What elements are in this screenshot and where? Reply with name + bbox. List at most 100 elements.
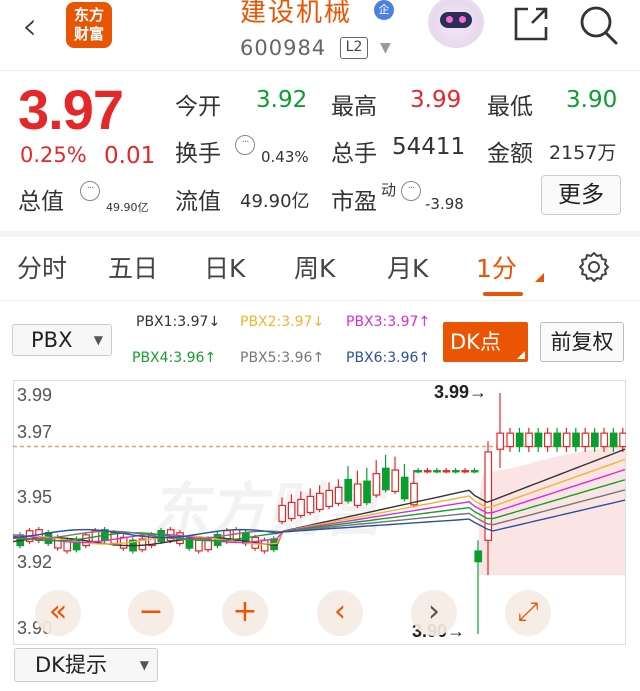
scroll-left-button[interactable]: ‹ (317, 590, 363, 636)
turnover-label: 换手 (175, 141, 221, 167)
caret-down-icon: ▼ (139, 658, 149, 672)
pbx-label: PBX5:3.96 (240, 350, 313, 366)
pbx-arrow: ↓ (312, 314, 325, 330)
dk-point-button[interactable]: DK点 (443, 322, 528, 362)
candle-body (581, 432, 590, 448)
tab-1min[interactable]: 1分 (476, 249, 517, 285)
quote-panel: 3.97 0.25% 0.01 今开 3.92 最高 3.99 最低 3.90 … (0, 71, 640, 231)
pbx-arrow: ↑ (418, 314, 431, 330)
dk-tip-select[interactable]: DK提示 ▼ (14, 648, 158, 682)
enterprise-badge: 企 (374, 0, 394, 20)
level2-badge[interactable]: L2 (340, 37, 368, 59)
candle-body (572, 432, 580, 448)
forward-adjust-button[interactable]: 前复权 (540, 322, 624, 362)
more-button[interactable]: 更多 (541, 175, 621, 215)
open-value: 3.92 (256, 87, 308, 113)
candle-body (414, 470, 423, 473)
stock-name[interactable]: 建设机械 (240, 0, 352, 29)
pbx-label: PBX6:3.96 (346, 350, 419, 366)
pbx-label: PBX3:3.97 (346, 314, 419, 330)
candle-body (287, 501, 296, 520)
tab-monthly-k[interactable]: 月K (387, 249, 428, 285)
dropdown-triangle-icon (517, 351, 525, 359)
candle-body (515, 432, 524, 448)
candle-body (609, 432, 618, 448)
logo-text-1: 东方 (73, 6, 104, 24)
tab-five-day[interactable]: 五日 (108, 249, 158, 285)
candle-body (543, 432, 552, 448)
gear-icon[interactable] (578, 251, 610, 283)
tab-daily-k[interactable]: 日K (204, 249, 245, 285)
header: ‹ 东方 财富 建设机械 企 600984 L2 ▼ (0, 0, 640, 70)
info-dots-icon[interactable]: ··· (235, 135, 255, 155)
candle-body (470, 470, 479, 473)
zoom-out-button[interactable]: − (128, 590, 174, 636)
search-icon[interactable] (576, 3, 620, 47)
candle-body (534, 432, 543, 448)
double-chevron-left-icon: « (48, 594, 68, 629)
current-price: 3.97 (18, 78, 124, 141)
info-dots-icon[interactable]: ··· (401, 181, 421, 201)
share-icon[interactable] (510, 3, 552, 45)
pe-label: 市盈 (331, 189, 377, 215)
zoom-in-button[interactable]: + (222, 590, 268, 636)
pbx-legend-3: PBX3:3.97↑ (346, 314, 430, 330)
tab-dropdown-triangle-icon[interactable] (535, 273, 544, 282)
high-label: 最高 (331, 94, 377, 120)
caret-down-icon: ▼ (93, 333, 103, 347)
candle-body (423, 470, 432, 473)
caret-down-icon[interactable]: ▼ (380, 40, 391, 56)
candle-body (496, 432, 505, 450)
scroll-first-button[interactable]: « (35, 590, 81, 636)
candle-body (461, 470, 470, 473)
candle-body (553, 432, 562, 448)
dk-tip-label: DK提示 (35, 653, 107, 677)
candle-body (474, 550, 483, 563)
info-dots-icon[interactable]: ··· (80, 181, 100, 201)
low-label: 最低 (487, 94, 533, 120)
turnover-value: 0.43% (261, 148, 309, 166)
candle-body (278, 504, 287, 523)
candle-body (363, 480, 371, 504)
pe-value: -3.98 (425, 195, 464, 213)
market-cap-value: 49.90亿 (106, 201, 149, 214)
pbx-label: PBX4:3.96 (132, 350, 205, 366)
candle-body (506, 432, 515, 448)
candle-body (391, 469, 400, 493)
back-button[interactable]: ‹ (22, 6, 56, 46)
pbx-legend-1: PBX1:3.97↓ (136, 314, 220, 330)
candle-body (600, 432, 609, 448)
candle-body (433, 470, 441, 473)
tab-weekly-k[interactable]: 周K (294, 249, 335, 285)
candle-body (297, 498, 305, 517)
plus-icon: + (232, 594, 258, 629)
volume-label: 总手 (331, 141, 377, 167)
y-tick-label: 3.99 (17, 385, 53, 405)
stock-code: 600984 (240, 36, 327, 60)
y-tick-label: 3.92 (17, 552, 53, 572)
scroll-right-button[interactable]: › (411, 590, 457, 636)
pbx-arrow: ↑ (312, 350, 325, 366)
candle-body (260, 539, 269, 552)
dk-point-label: DK点 (450, 330, 501, 354)
candle-body (382, 467, 390, 491)
assistant-robot-icon[interactable] (428, 0, 484, 48)
candle-body (590, 432, 599, 448)
pbx-arrow: ↓ (208, 314, 221, 330)
fullscreen-button[interactable]: ⤢ (505, 590, 551, 636)
minus-icon: − (138, 594, 164, 629)
pbx-label: PBX1:3.97 (136, 314, 209, 330)
high-value: 3.99 (410, 87, 462, 113)
pbx-legend-5: PBX5:3.96↑ (240, 350, 324, 366)
high-marker: 3.99→ (434, 382, 488, 402)
float-cap-label: 流值 (175, 189, 221, 215)
expand-icon: ⤢ (517, 597, 539, 627)
chevron-left-icon: ‹ (334, 594, 346, 629)
candle-body (353, 483, 362, 507)
candle-body (334, 486, 343, 505)
chevron-right-icon: › (428, 594, 440, 629)
indicator-select[interactable]: PBX ▼ (12, 324, 112, 356)
tab-intraday[interactable]: 分时 (17, 249, 67, 285)
candle-body (306, 495, 315, 514)
candle-body (619, 432, 626, 448)
